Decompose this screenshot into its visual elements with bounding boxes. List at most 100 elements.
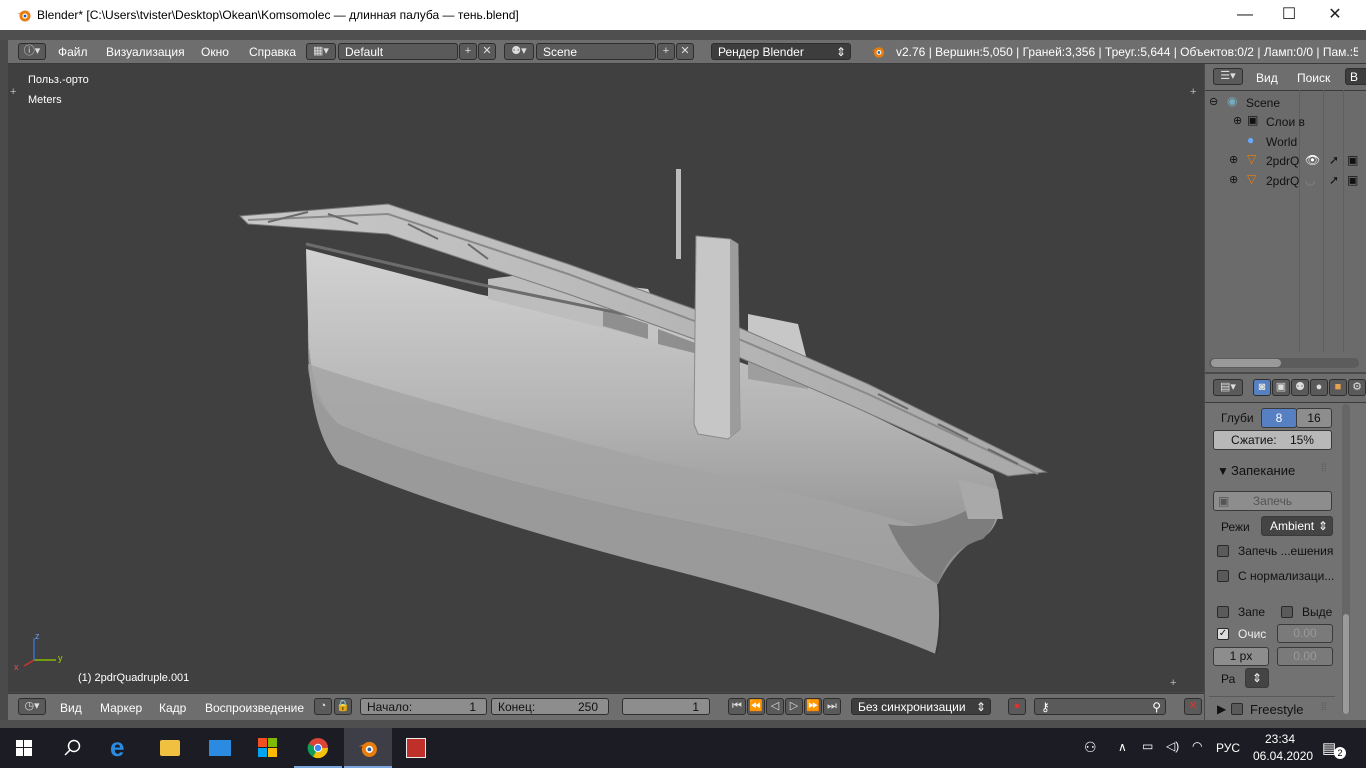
drag-handle-icon[interactable]: ⁞⁞: [1321, 702, 1327, 713]
menu-window[interactable]: Окно: [201, 45, 229, 59]
select-cursor-icon[interactable]: ➚: [1329, 173, 1339, 187]
normalized-checkbox[interactable]: [1217, 570, 1229, 582]
close-button[interactable]: ✕: [1312, 0, 1358, 30]
cage-extrusion-field[interactable]: 0.00: [1277, 624, 1333, 643]
delete-keyframes-icon[interactable]: ✕: [1184, 698, 1202, 715]
taskbar-store[interactable]: [244, 728, 292, 768]
render-engine-dropdown[interactable]: Рендер Blender ⇕: [711, 43, 851, 60]
timeline-menu-view[interactable]: Вид: [60, 701, 82, 715]
properties-editor-type-icon[interactable]: ▤▾: [1213, 379, 1243, 396]
bake-mode-dropdown[interactable]: Ambient ⇕: [1261, 516, 1333, 536]
outliner-display-mode[interactable]: В: [1345, 68, 1366, 85]
3d-viewport[interactable]: Польз.-орто Meters + + + z y x (1) 2pdrQ…: [8, 64, 1204, 692]
jump-keyframe-back-icon[interactable]: ⏪: [747, 698, 765, 715]
render-tab-camera-icon[interactable]: ◙: [1253, 379, 1271, 396]
add-scene-icon[interactable]: +: [657, 43, 675, 60]
record-icon[interactable]: ●: [1008, 698, 1026, 715]
menu-render[interactable]: Визуализация: [106, 45, 185, 59]
select-cursor-icon[interactable]: ➚: [1329, 153, 1339, 167]
add-layout-icon[interactable]: +: [459, 43, 477, 60]
jump-to-end-icon[interactable]: ⏭: [823, 698, 841, 715]
clock-time[interactable]: 23:34: [1265, 732, 1295, 746]
sync-mode-dropdown[interactable]: Без синхронизации ⇕: [851, 698, 991, 715]
outliner-scrollbar-track[interactable]: [1209, 358, 1359, 368]
layout-selector-icon[interactable]: ▦▾: [306, 43, 336, 60]
expand-icon[interactable]: ⊕: [1233, 114, 1242, 127]
outliner-menu-view[interactable]: Вид: [1256, 71, 1278, 85]
object-tab-icon[interactable]: ■: [1329, 379, 1347, 396]
ra-dropdown-icon[interactable]: ⇕: [1245, 668, 1269, 688]
outliner[interactable]: ☰▾ Вид Поиск В ⊖ ◉ Scene ⊕ ▣ Слои в ● Wo…: [1205, 64, 1366, 372]
drag-handle-icon[interactable]: ⁞⁞: [1321, 463, 1327, 474]
search-button[interactable]: [48, 728, 96, 768]
play-icon[interactable]: ▷: [785, 698, 803, 715]
lock-icon[interactable]: 🔒: [334, 698, 352, 715]
expand-icon[interactable]: ⊕: [1229, 153, 1238, 166]
taskbar-mail[interactable]: [196, 728, 244, 768]
menu-help[interactable]: Справка: [249, 45, 296, 59]
outliner-item-render-layers[interactable]: ⊕ ▣ Слои в: [1209, 113, 1359, 133]
start-button[interactable]: [0, 728, 48, 768]
timeline-editor-type-icon[interactable]: ◷▾: [18, 698, 46, 715]
scene-selector-icon[interactable]: ⚉▾: [504, 43, 534, 60]
volume-icon[interactable]: ◁): [1166, 739, 1179, 753]
taskbar-edge[interactable]: e: [98, 728, 146, 768]
maximize-button[interactable]: ☐: [1266, 0, 1312, 30]
taskbar-app[interactable]: [392, 728, 440, 768]
depth-8-button[interactable]: 8: [1261, 408, 1297, 428]
selected-to-active-checkbox[interactable]: [1281, 606, 1293, 618]
freestyle-panel-header[interactable]: ▶ Freestyle ⁞⁞: [1209, 696, 1335, 719]
preview-range-icon[interactable]: ◔: [314, 698, 332, 715]
properties-scrollbar[interactable]: [1342, 404, 1350, 714]
outliner-item-scene[interactable]: ⊖ ◉ Scene: [1209, 94, 1359, 114]
outliner-item-object[interactable]: ⊕ ▽ 2pdrQu ◡ ➚ ▣: [1209, 172, 1359, 192]
render-camera-icon[interactable]: ▣: [1347, 173, 1358, 187]
battery-icon[interactable]: ▭: [1142, 739, 1153, 753]
timeline-menu-playback[interactable]: Воспроизведение: [205, 701, 304, 715]
bake-selected-checkbox[interactable]: [1217, 606, 1229, 618]
outliner-item-object[interactable]: ⊕ ▽ 2pdrQu 👁 ➚ ▣: [1209, 152, 1359, 172]
minimize-button[interactable]: —: [1222, 0, 1268, 30]
bake-panel-header[interactable]: ▼ Запекание ⁞⁞: [1209, 458, 1335, 482]
current-frame-field[interactable]: 1: [622, 698, 710, 715]
world-tab-icon[interactable]: ●: [1310, 379, 1328, 396]
layout-field[interactable]: Default: [338, 43, 458, 60]
properties-editor[interactable]: ▤▾ ◙ ▣ ⚉ ● ■ ⚙ Глуби 8 16 Сжатие: 15% ▼ …: [1205, 374, 1366, 720]
depth-16-button[interactable]: 16: [1296, 408, 1332, 428]
timeline-menu-marker[interactable]: Маркер: [100, 701, 142, 715]
end-frame-field[interactable]: Конец: 250: [491, 698, 609, 715]
notifications-button[interactable]: ▤ 2: [1322, 738, 1346, 759]
outliner-scrollbar-thumb[interactable]: [1211, 359, 1281, 367]
outliner-menu-search[interactable]: Поиск: [1297, 71, 1330, 85]
bake-to-vertex-checkbox[interactable]: [1217, 545, 1229, 557]
outliner-item-world[interactable]: ● World: [1209, 133, 1359, 153]
properties-scrollbar-thumb[interactable]: [1343, 614, 1349, 714]
ship-model[interactable]: [8, 64, 1204, 692]
render-layers-tab-icon[interactable]: ▣: [1272, 379, 1290, 396]
bias-field[interactable]: 0.00: [1277, 647, 1333, 666]
editor-type-info-icon[interactable]: ⓘ▾: [18, 43, 46, 60]
clock-date[interactable]: 06.04.2020: [1253, 749, 1313, 763]
freestyle-checkbox[interactable]: [1231, 703, 1243, 715]
collapse-icon[interactable]: ⊖: [1209, 95, 1218, 108]
visibility-eye-icon[interactable]: 👁: [1305, 153, 1320, 167]
remove-scene-icon[interactable]: ✕: [676, 43, 694, 60]
start-frame-field[interactable]: Начало: 1: [360, 698, 487, 715]
timeline-menu-frame[interactable]: Кадр: [159, 701, 186, 715]
scene-tab-icon[interactable]: ⚉: [1291, 379, 1309, 396]
keying-set-field[interactable]: ⚷ ⚲: [1034, 698, 1166, 715]
people-icon[interactable]: ⚇: [1084, 739, 1097, 756]
taskbar-explorer[interactable]: [146, 728, 194, 768]
modifier-tab-icon[interactable]: ⚙: [1348, 379, 1366, 396]
clear-checkbox[interactable]: ✓: [1217, 628, 1229, 640]
tray-chevron-up-icon[interactable]: ∧: [1118, 740, 1127, 754]
taskbar-blender[interactable]: [344, 728, 392, 768]
taskbar-chrome[interactable]: [294, 728, 342, 768]
key-insert-icon[interactable]: ⚲: [1152, 699, 1161, 716]
jump-to-start-icon[interactable]: ⏮: [728, 698, 746, 715]
visibility-hidden-icon[interactable]: ◡: [1305, 173, 1315, 187]
bake-button[interactable]: ▣ Запечь: [1213, 491, 1332, 511]
compression-slider[interactable]: Сжатие: 15%: [1213, 430, 1332, 450]
jump-keyframe-forward-icon[interactable]: ⏩: [804, 698, 822, 715]
language-indicator[interactable]: РУС: [1216, 741, 1240, 755]
